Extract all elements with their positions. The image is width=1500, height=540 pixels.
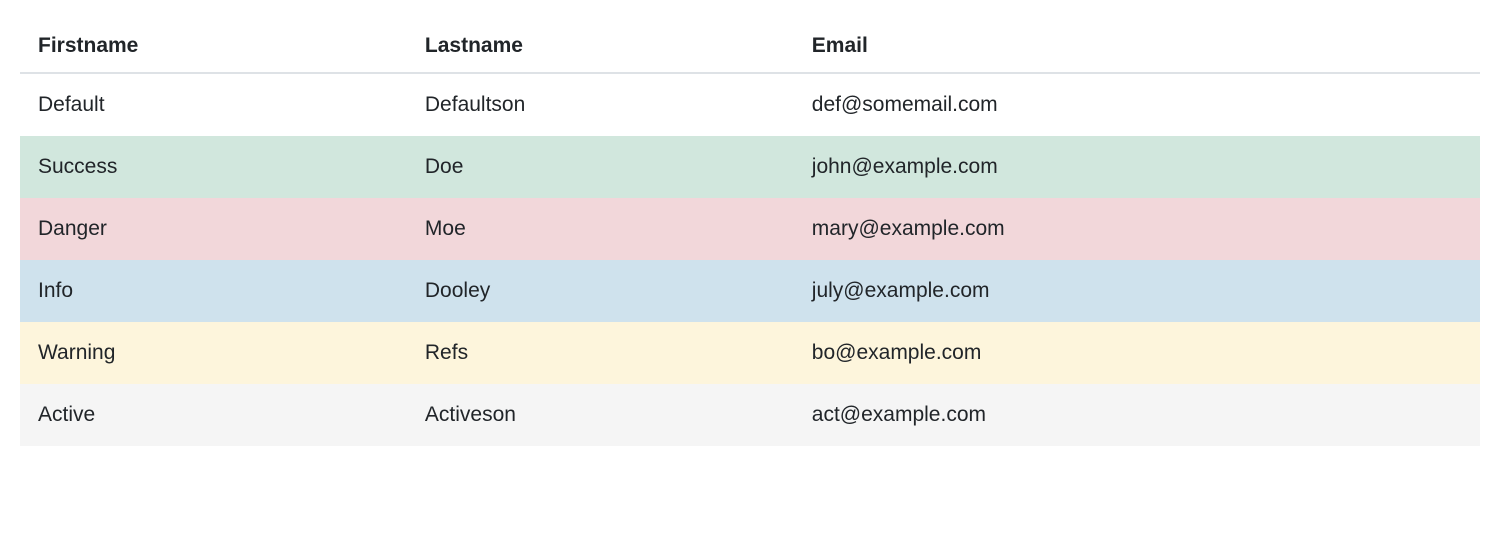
table-row: Active Activeson act@example.com <box>20 384 1480 446</box>
cell-firstname: Success <box>20 136 407 198</box>
contextual-rows-table: Firstname Lastname Email Default Default… <box>20 20 1480 446</box>
column-header-lastname: Lastname <box>407 20 794 73</box>
table-body: Default Defaultson def@somemail.com Succ… <box>20 73 1480 446</box>
cell-firstname: Active <box>20 384 407 446</box>
table-row: Warning Refs bo@example.com <box>20 322 1480 384</box>
cell-email: bo@example.com <box>794 322 1480 384</box>
table-row: Success Doe john@example.com <box>20 136 1480 198</box>
cell-lastname: Activeson <box>407 384 794 446</box>
cell-firstname: Warning <box>20 322 407 384</box>
table-row: Default Defaultson def@somemail.com <box>20 73 1480 136</box>
cell-firstname: Danger <box>20 198 407 260</box>
table-row: Danger Moe mary@example.com <box>20 198 1480 260</box>
cell-lastname: Defaultson <box>407 73 794 136</box>
cell-lastname: Doe <box>407 136 794 198</box>
cell-email: july@example.com <box>794 260 1480 322</box>
cell-lastname: Refs <box>407 322 794 384</box>
cell-email: def@somemail.com <box>794 73 1480 136</box>
cell-firstname: Info <box>20 260 407 322</box>
table-row: Info Dooley july@example.com <box>20 260 1480 322</box>
cell-firstname: Default <box>20 73 407 136</box>
column-header-firstname: Firstname <box>20 20 407 73</box>
cell-lastname: Dooley <box>407 260 794 322</box>
table-header-row: Firstname Lastname Email <box>20 20 1480 73</box>
column-header-email: Email <box>794 20 1480 73</box>
table-header: Firstname Lastname Email <box>20 20 1480 73</box>
cell-email: john@example.com <box>794 136 1480 198</box>
cell-email: act@example.com <box>794 384 1480 446</box>
cell-email: mary@example.com <box>794 198 1480 260</box>
cell-lastname: Moe <box>407 198 794 260</box>
